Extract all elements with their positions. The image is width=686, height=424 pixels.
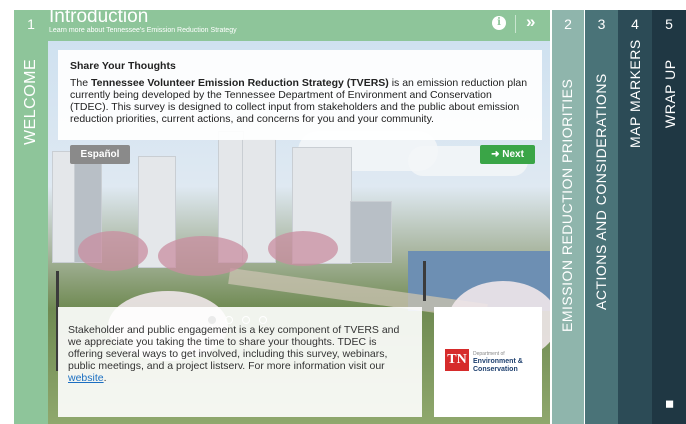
page-title: Introduction <box>49 6 149 27</box>
step-1-label: WELCOME <box>22 58 39 145</box>
next-button[interactable]: ➜ Next <box>480 145 535 164</box>
card-body-text: The <box>70 77 92 89</box>
page-subtitle: Learn more about Tennessee's Emission Re… <box>49 27 237 34</box>
tn-logo-icon: TN <box>445 349 469 371</box>
header-divider <box>515 15 516 33</box>
share-icon[interactable]: ◼ <box>665 397 674 410</box>
engagement-end: . <box>103 372 107 384</box>
tree <box>78 231 148 271</box>
info-icon[interactable]: i <box>492 16 506 30</box>
section-header: Introduction Learn more about Tennessee'… <box>48 6 550 41</box>
card-body: The Tennessee Volunteer Emission Reducti… <box>70 77 530 125</box>
step-3-tab[interactable]: 3 ACTIONS AND CONSIDERATIONS <box>585 10 618 424</box>
espanol-button[interactable]: Español <box>70 145 130 164</box>
double-chevron-right-icon[interactable]: » <box>526 12 535 32</box>
logo-line-2: Conservation <box>473 366 518 373</box>
step-5-number: 5 <box>665 16 673 32</box>
step-4-label: MAP MARKERS <box>627 39 643 148</box>
card-body-bold: Tennessee Volunteer Emission Reduction S… <box>91 77 389 89</box>
engagement-text: Stakeholder and public engagement is a k… <box>68 324 414 384</box>
city-park-background-image: Share Your Thoughts The Tennessee Volunt… <box>48 41 550 424</box>
step-2-tab[interactable]: 2 EMISSION REDUCTION PRIORITIES <box>552 10 584 424</box>
building <box>52 151 76 263</box>
step-1-number: 1 <box>27 16 35 32</box>
engagement-card: Stakeholder and public engagement is a k… <box>58 307 422 417</box>
step-4-number: 4 <box>631 16 639 32</box>
step-5-label: WRAP UP <box>662 59 678 128</box>
building <box>350 201 392 263</box>
step-3-label: ACTIONS AND CONSIDERATIONS <box>593 73 609 310</box>
logo-dept: Department of <box>473 351 505 357</box>
step-4-tab[interactable]: 4 MAP MARKERS <box>618 10 652 424</box>
logo-line-1: Environment & <box>473 358 523 365</box>
tree <box>268 231 338 266</box>
intro-card: Share Your Thoughts The Tennessee Volunt… <box>58 50 542 140</box>
website-link[interactable]: website <box>68 372 104 384</box>
tdec-logo-card: TN Department of Environment & Conservat… <box>434 307 542 417</box>
step-5-tab[interactable]: 5 WRAP UP <box>652 10 686 424</box>
step-2-label: EMISSION REDUCTION PRIORITIES <box>559 78 575 332</box>
step-3-number: 3 <box>597 16 606 32</box>
step-1-tab[interactable]: 1 WELCOME <box>14 10 48 424</box>
engagement-body: Stakeholder and public engagement is a k… <box>68 324 400 372</box>
lamp-post <box>423 261 426 301</box>
card-heading: Share Your Thoughts <box>70 60 176 72</box>
tree <box>158 236 248 276</box>
step-2-number: 2 <box>564 16 572 32</box>
